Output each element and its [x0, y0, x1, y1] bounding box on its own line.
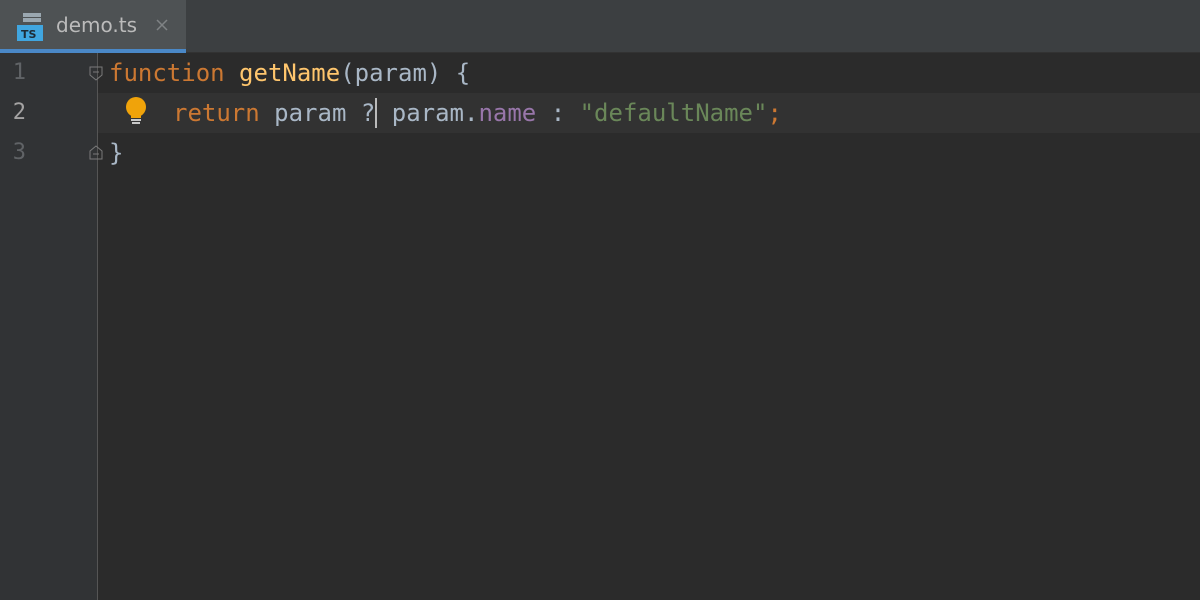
typescript-file-icon: TS [17, 13, 43, 41]
code-token: : [536, 99, 580, 127]
semicolon-token: ; [767, 99, 782, 127]
code-line-2[interactable]: return param ? param.name : "defaultName… [173, 93, 782, 133]
line-number: 3 [12, 140, 26, 165]
line-number: 2 [12, 100, 26, 125]
fold-end-icon[interactable] [88, 145, 104, 161]
property-token: name [478, 99, 537, 127]
string-token: "defaultName" [579, 99, 768, 127]
gutter-divider [97, 53, 98, 600]
keyword-token: function [109, 59, 225, 87]
function-name-token: getName [239, 59, 341, 87]
close-icon[interactable] [154, 17, 170, 33]
code-token: } [109, 139, 124, 167]
code-token: (param) { [340, 59, 471, 87]
typescript-file-icon-label: TS [21, 28, 37, 41]
fold-collapse-icon[interactable] [88, 65, 104, 81]
code-token: param ? [259, 99, 376, 127]
tab-demo-ts[interactable]: TS demo.ts [0, 0, 186, 53]
line-number: 1 [12, 60, 26, 85]
lightbulb-icon[interactable] [123, 97, 149, 127]
keyword-token: return [173, 99, 260, 127]
editor-tab-bar: TS demo.ts [0, 0, 1200, 53]
code-line-1[interactable]: function getName(param) { [109, 53, 470, 93]
code-line-3[interactable]: } [109, 133, 123, 173]
code-token: param. [377, 99, 479, 127]
tab-title: demo.ts [56, 13, 137, 37]
code-editor[interactable]: 1 2 3 function getName(param) { return p… [0, 53, 1200, 600]
